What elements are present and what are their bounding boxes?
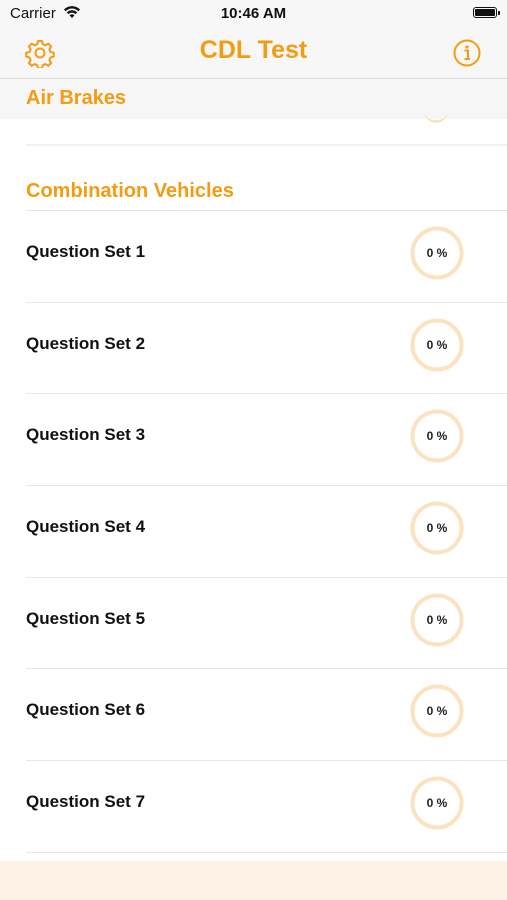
bottom-bar <box>0 861 507 900</box>
battery-icon <box>473 7 500 18</box>
list-item[interactable]: Question Set 6 0 % <box>0 669 507 761</box>
progress-percent: 0 % <box>426 796 448 811</box>
question-set-label: Question Set 6 <box>26 700 146 720</box>
list-item[interactable]: Question Set 7 0 % <box>0 761 507 853</box>
progress-percent: 0 % <box>426 612 448 627</box>
list-item[interactable]: Question Set 5 0 % <box>0 578 507 670</box>
question-set-label: Question Set 7 <box>26 792 146 812</box>
question-set-label: Question Set 4 <box>26 517 146 537</box>
section-title: Air Brakes <box>26 87 127 109</box>
list-item[interactable]: Question Set 2 0 % <box>0 303 507 395</box>
progress-percent: 0 % <box>426 429 448 444</box>
question-set-list: Question Set 1 0 % Question Set 2 0 % Qu… <box>0 211 507 853</box>
page-title: CDL Test <box>199 36 308 64</box>
question-set-label: Question Set 5 <box>26 608 146 628</box>
question-set-label: Question Set 1 <box>26 242 146 261</box>
progress-percent: 0 % <box>426 704 448 719</box>
status-bar: Carrier 10:46 AM <box>0 0 507 28</box>
info-button[interactable] <box>452 38 482 68</box>
progress-ring-partial <box>424 110 448 123</box>
list-item[interactable]: Question Set 4 0 % <box>0 486 507 578</box>
progress-percent: 0 % <box>426 521 448 536</box>
info-icon <box>453 39 481 67</box>
progress-percent: 0 % <box>426 246 448 260</box>
status-time: 10:46 AM <box>220 5 287 22</box>
question-set-label: Question Set 2 <box>26 333 146 353</box>
navigation-bar: CDL Test <box>0 28 507 79</box>
divider <box>26 144 507 146</box>
question-set-label: Question Set 3 <box>26 425 146 445</box>
progress-percent: 0 % <box>426 337 448 352</box>
list-item[interactable]: Question Set 1 0 % <box>0 211 507 303</box>
list-item[interactable]: Question Set 3 0 % <box>0 394 507 486</box>
section-title-combination-vehicles: Combination Vehicles <box>26 180 234 202</box>
